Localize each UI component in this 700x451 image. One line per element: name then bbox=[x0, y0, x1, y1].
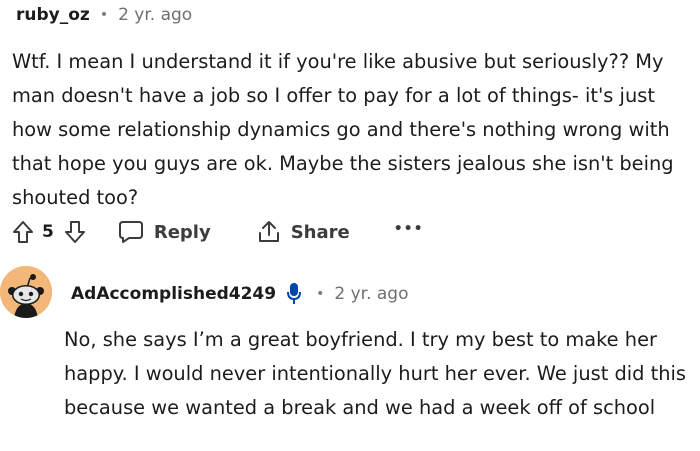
comment-body: Wtf. I mean I understand it if you're li… bbox=[12, 50, 674, 209]
comment-header: ruby_oz • 2 yr. ago bbox=[16, 2, 192, 28]
vote-count: 5 bbox=[42, 222, 54, 242]
share-button[interactable]: Share bbox=[257, 219, 350, 245]
comment-author[interactable]: AdAccomplished4249 bbox=[71, 284, 276, 304]
microphone-icon bbox=[286, 281, 302, 307]
comment-timestamp[interactable]: 2 yr. ago bbox=[334, 284, 408, 304]
meta-separator: • bbox=[316, 286, 325, 302]
comment-bubble-icon bbox=[118, 221, 143, 243]
share-icon bbox=[258, 221, 279, 242]
reply-label: Reply bbox=[153, 221, 211, 243]
meta-separator: • bbox=[99, 7, 109, 23]
comment-timestamp[interactable]: 2 yr. ago bbox=[118, 5, 192, 25]
comment-action-bar: 5 Reply Share ••• bbox=[12, 214, 424, 250]
upvote-icon[interactable] bbox=[12, 220, 34, 244]
comment-body: No, she says I’m a great boyfriend. I tr… bbox=[64, 328, 687, 419]
snoo-avatar-icon[interactable] bbox=[0, 266, 52, 318]
reply-button[interactable]: Reply bbox=[118, 220, 211, 244]
more-options-button[interactable]: ••• bbox=[394, 221, 424, 237]
downvote-icon[interactable] bbox=[64, 220, 86, 244]
comment-header: AdAccomplished4249 • 2 yr. ago bbox=[71, 280, 409, 308]
comment-author[interactable]: ruby_oz bbox=[16, 5, 90, 25]
share-label: Share bbox=[290, 221, 350, 243]
